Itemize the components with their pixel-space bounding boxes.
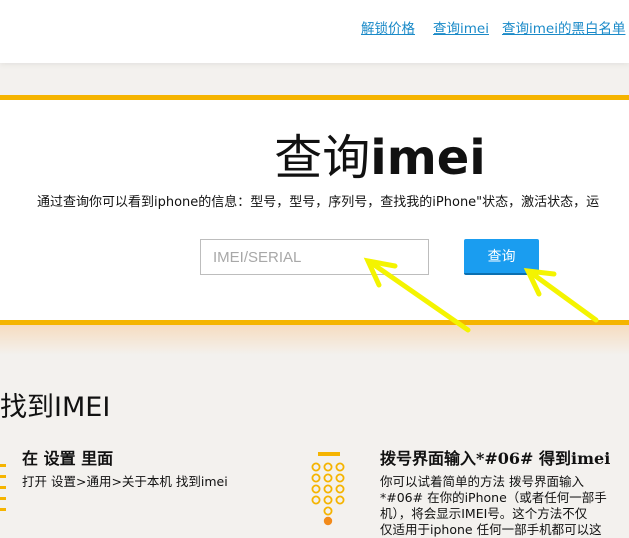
card-dialer-line: 机），将会显示IMEI号。这个方法不仅	[380, 506, 588, 521]
page-subtitle: 通过查询你可以看到iphone的信息：型号，型号，序列号，查找我的iPhone"…	[37, 195, 600, 210]
nav-link-unlock-price[interactable]: 解锁价格	[361, 17, 415, 37]
nav-link-imei-blacklist[interactable]: 查询imei的黑白名单	[502, 17, 625, 37]
nav-link-check-imei[interactable]: 查询imei	[433, 17, 489, 37]
card-settings-title: 在 设置 里面	[22, 449, 114, 468]
card-dialer-title: 拨号界面输入*#06# 得到imei	[380, 449, 611, 468]
imei-search-input[interactable]	[200, 239, 429, 275]
dialpad-icon	[311, 452, 345, 526]
settings-icon	[0, 464, 6, 511]
query-button[interactable]: 查询	[464, 239, 539, 275]
find-imei-heading: 找到IMEI	[0, 392, 111, 423]
card-dialer-line: 你可以试着简单的方法 拨号界面输入	[380, 474, 584, 489]
card-dialer-line: 仅适用于iphone 任何一部手机都可以这	[380, 522, 602, 537]
card-dialer-text: 你可以试着简单的方法 拨号界面输入 *#06# 在你的iPhone（或者任何一部…	[380, 474, 629, 538]
imei-search-panel: 查询imei 通过查询你可以看到iphone的信息：型号，型号，序列号，查找我的…	[0, 95, 629, 325]
page-title: 查询imei	[0, 118, 629, 188]
page-title-latin: imei	[370, 130, 486, 186]
page-title-cn: 查询	[274, 130, 371, 186]
card-settings-text: 打开 设置>通用>关于本机 找到imei	[22, 474, 228, 489]
top-navigation-bar: 解锁价格 查询imei 查询imei的黑白名单	[0, 0, 629, 63]
card-dialer-line: *#06# 在你的iPhone（或者任何一部手	[380, 490, 607, 505]
hero-shadow-divider	[0, 325, 629, 355]
